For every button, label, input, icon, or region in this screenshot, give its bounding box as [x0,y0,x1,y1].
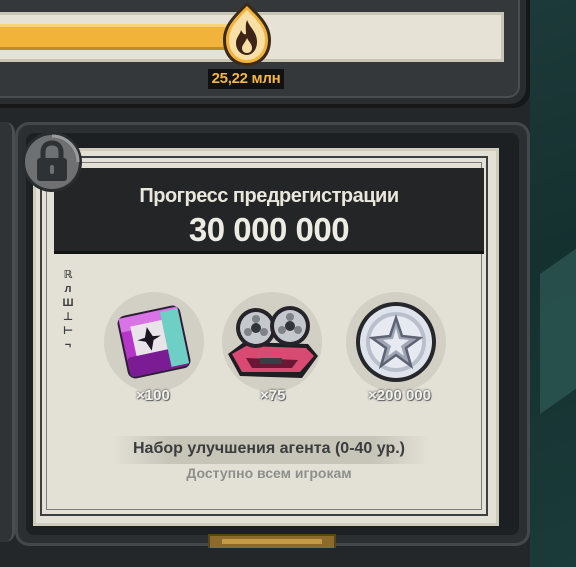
reward-film-reel-device[interactable]: ×75 [222,292,322,404]
film-reel-icon [228,306,318,378]
reward-silver-coin[interactable]: ×200 000 [346,292,446,404]
reward-quantity: ×200 000 [368,387,431,404]
reward-quantity: ×75 [260,387,286,404]
card-bottom-tab [208,534,336,548]
package-name: Набор улучшения агента (0-40 ур.) [132,440,405,457]
reward-agent-upgrade-box[interactable]: ×100 [104,292,204,404]
previous-card-edge[interactable] [0,122,15,542]
background-stripe [540,245,576,415]
purple-box-icon [117,305,191,379]
lock-icon [21,131,83,193]
progress-fill [0,24,232,50]
glyph: л [64,283,72,295]
glyph: ⊢ [62,325,74,337]
glyph: ⊥ [62,311,74,323]
glyph: ¬ [64,339,72,351]
reward-quantity: ×100 [136,387,170,404]
package-availability: Доступно всем игрокам [186,465,352,481]
glyph: Ш [62,297,74,309]
star-coin-icon [356,302,436,382]
flame-icon [219,0,275,68]
decorative-glyph-column: ℝ л Ш ⊥ ⊢ ¬ [60,268,76,352]
glyph: ℝ [63,269,73,281]
milestone-count: 30 000 000 [188,211,350,248]
progress-panel: 25,22 млн [0,0,530,108]
milestone-title: Прогресс предрегистрации [139,185,399,207]
progress-value: 25,22 млн [208,69,284,89]
